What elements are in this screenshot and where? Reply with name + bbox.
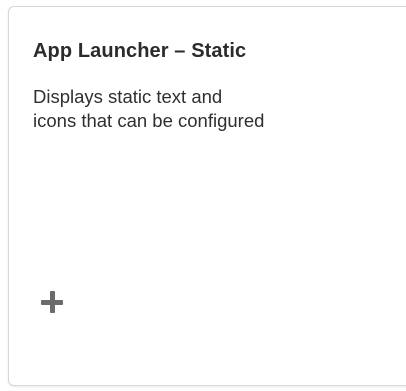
card-title: App Launcher – Static [33,40,247,62]
add-button[interactable] [37,287,67,317]
card-description-line-1: Displays static text and [33,86,223,107]
card-description-line-2: icons that can be configured [33,110,265,131]
app-launcher-static-card[interactable]: App Launcher – Static Displays static te… [8,6,406,386]
card-description: Displays static text and icons that can b… [33,85,373,133]
